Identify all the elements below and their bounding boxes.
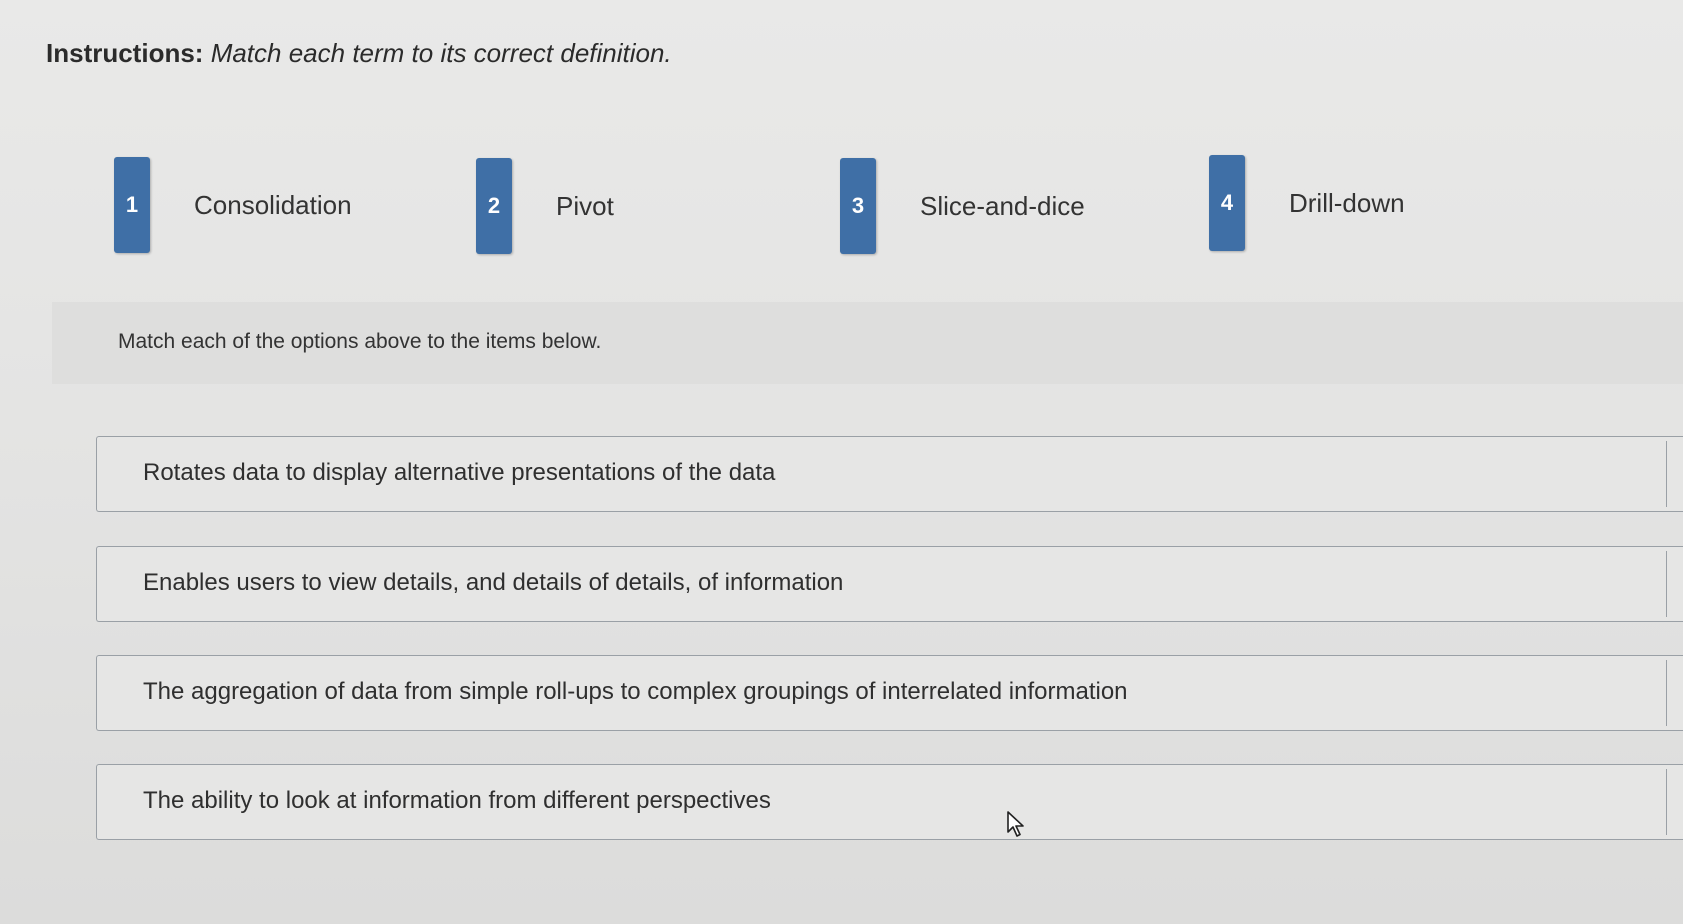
match-item-1[interactable]: Rotates data to display alternative pres… [96,436,1683,512]
drop-target[interactable] [1666,551,1683,617]
item-definition: The aggregation of data from simple roll… [143,678,1128,705]
match-item-4[interactable]: The ability to look at information from … [96,764,1683,840]
option-term: Slice-and-dice [920,190,1085,221]
drop-target[interactable] [1666,769,1683,835]
item-definition: The ability to look at information from … [143,787,771,814]
match-prompt: Match each of the options above to the i… [118,330,602,353]
instructions-text: Match each term to its correct definitio… [210,38,672,68]
match-item-3[interactable]: The aggregation of data from simple roll… [96,655,1683,731]
option-number-badge[interactable]: 2 [476,158,512,254]
mouse-pointer-icon [1007,811,1024,837]
option-3[interactable]: 3 Slice-and-dice [840,158,1085,254]
instructions-label: Instructions: [46,38,204,68]
option-number-badge[interactable]: 1 [114,157,150,253]
item-definition: Enables users to view details, and detai… [143,569,844,596]
option-number-badge[interactable]: 4 [1209,155,1245,251]
drop-target[interactable] [1666,441,1683,507]
option-2[interactable]: 2 Pivot [476,158,614,254]
option-term: Drill-down [1289,187,1405,218]
match-prompt-band: Match each of the options above to the i… [52,302,1683,384]
option-term: Consolidation [194,189,352,220]
option-term: Pivot [556,190,614,221]
drop-target[interactable] [1666,660,1683,726]
option-4[interactable]: 4 Drill-down [1209,155,1405,251]
option-number-badge[interactable]: 3 [840,158,876,254]
instructions: Instructions: Match each term to its cor… [46,38,672,69]
item-definition: Rotates data to display alternative pres… [143,459,776,486]
option-1[interactable]: 1 Consolidation [114,157,352,253]
match-item-2[interactable]: Enables users to view details, and detai… [96,546,1683,622]
